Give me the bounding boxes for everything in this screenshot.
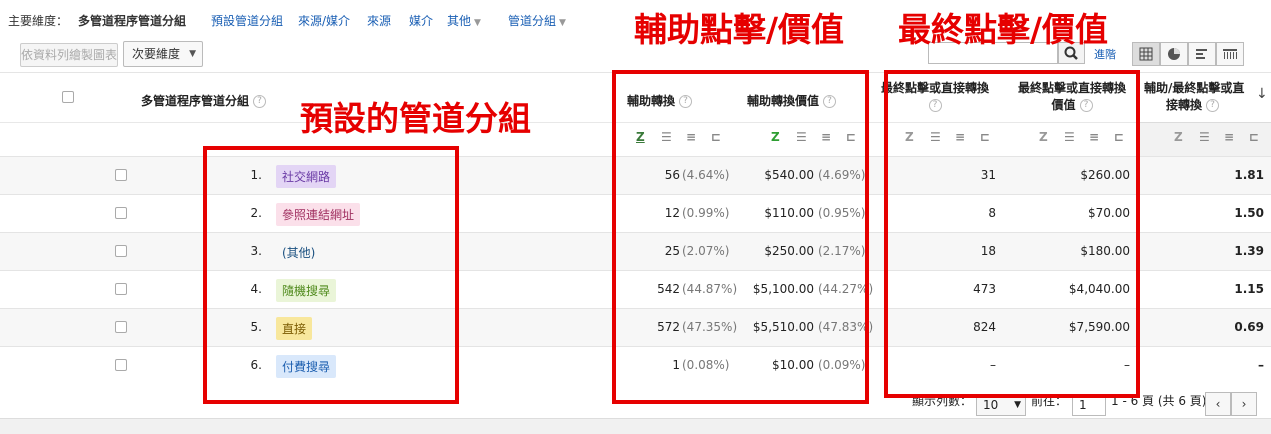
chevron-down-icon: ▼ <box>474 18 481 28</box>
view-table-button[interactable] <box>1132 42 1160 66</box>
bottom-bar <box>0 418 1271 434</box>
view-pivot-button[interactable] <box>1216 42 1244 66</box>
chevron-down-icon: ▼ <box>559 18 566 28</box>
dimension-link-default-channel[interactable]: 預設管道分組 <box>211 12 283 29</box>
view-performance-button[interactable] <box>1188 42 1216 66</box>
annotation-title-assisted: 輔助點擊/價值 <box>634 10 845 49</box>
row-checkbox[interactable] <box>115 321 127 333</box>
annotation-title-last-click: 最終點擊/價值 <box>898 10 1109 49</box>
row-checkbox[interactable] <box>115 207 127 219</box>
primary-dimension-bar: 主要維度： 多管道程序管道分組 預設管道分組 來源/媒介 來源 媒介 其他 ▼ 管… <box>0 0 600 40</box>
sort-desc-icon[interactable]: ↓ <box>1256 86 1268 102</box>
grid-icon <box>1139 47 1153 61</box>
ratio-value: 1.81 <box>1234 168 1264 182</box>
column-header-ratio-label-2: 接轉換 <box>1166 98 1203 112</box>
ratio-value: 0.69 <box>1234 320 1264 334</box>
secondary-dimension-label: 次要維度 <box>132 47 181 61</box>
column-header-channel-group[interactable]: 多管道程序管道分組? <box>141 92 267 109</box>
dimension-link-channel-group-label: 管道分組 <box>508 14 557 28</box>
dimension-link-medium[interactable]: 媒介 <box>409 12 433 29</box>
row-checkbox[interactable] <box>115 359 127 371</box>
row-checkbox[interactable] <box>115 283 127 295</box>
ratio-value: 1.15 <box>1234 282 1264 296</box>
dimension-link-channel-group[interactable]: 管道分組 ▼ <box>508 12 566 29</box>
dimension-link-other-label: 其他 <box>447 14 472 28</box>
annotation-box-default-group <box>203 146 459 404</box>
chevron-down-icon: ▼ <box>189 49 196 59</box>
annotation-box-assisted <box>612 70 869 404</box>
dimension-link-source-medium[interactable]: 來源/媒介 <box>298 12 350 29</box>
ratio-value: 1.39 <box>1234 244 1264 258</box>
prev-page-button[interactable]: ‹ <box>1205 392 1231 416</box>
plot-rows-button[interactable]: 依資料列繪製圖表 <box>20 43 118 67</box>
next-page-button[interactable]: › <box>1231 392 1257 416</box>
select-all-checkbox[interactable] <box>62 91 74 103</box>
compare-icon[interactable]: ⊏ <box>1249 130 1259 144</box>
ratio-value: 1.50 <box>1234 206 1264 220</box>
pie-chart-icon <box>1168 48 1180 60</box>
view-pie-button[interactable] <box>1160 42 1188 66</box>
column-header-channel-group-label: 多管道程序管道分組 <box>141 94 250 108</box>
chevron-down-icon: ▼ <box>1014 400 1021 410</box>
annotation-title-default-group: 預設的管道分組 <box>300 99 531 138</box>
secondary-dimension-select[interactable]: 次要維度 ▼ <box>123 41 203 67</box>
ratio-value: – <box>1258 358 1264 372</box>
chevron-left-icon: ‹ <box>1215 397 1221 411</box>
dimension-link-other[interactable]: 其他 ▼ <box>447 12 481 29</box>
chevron-right-icon: › <box>1241 397 1247 411</box>
primary-dimension-label: 主要維度： <box>8 14 69 28</box>
align-left-icon[interactable]: ☰ <box>1199 130 1210 144</box>
rows-per-page-value: 10 <box>983 398 999 412</box>
column-header-ratio-label: 輔助/最終點擊或直 <box>1144 81 1245 95</box>
pivot-icon <box>1223 49 1237 59</box>
help-icon[interactable]: ? <box>1206 99 1220 112</box>
row-checkbox[interactable] <box>115 245 127 257</box>
bar-chart-icon <box>1196 49 1207 59</box>
dimension-link-source[interactable]: 來源 <box>367 12 391 29</box>
annotation-box-last-click <box>884 70 1140 398</box>
primary-dimension-current: 多管道程序管道分組 <box>78 14 187 28</box>
z-score-icon[interactable]: Z <box>1174 130 1183 144</box>
bars-icon[interactable]: ≡ <box>1224 130 1234 144</box>
row-checkbox[interactable] <box>115 169 127 181</box>
column-header-ratio[interactable]: 輔助/最終點擊或直 接轉換? <box>1144 80 1256 114</box>
help-icon[interactable]: ? <box>253 95 267 108</box>
